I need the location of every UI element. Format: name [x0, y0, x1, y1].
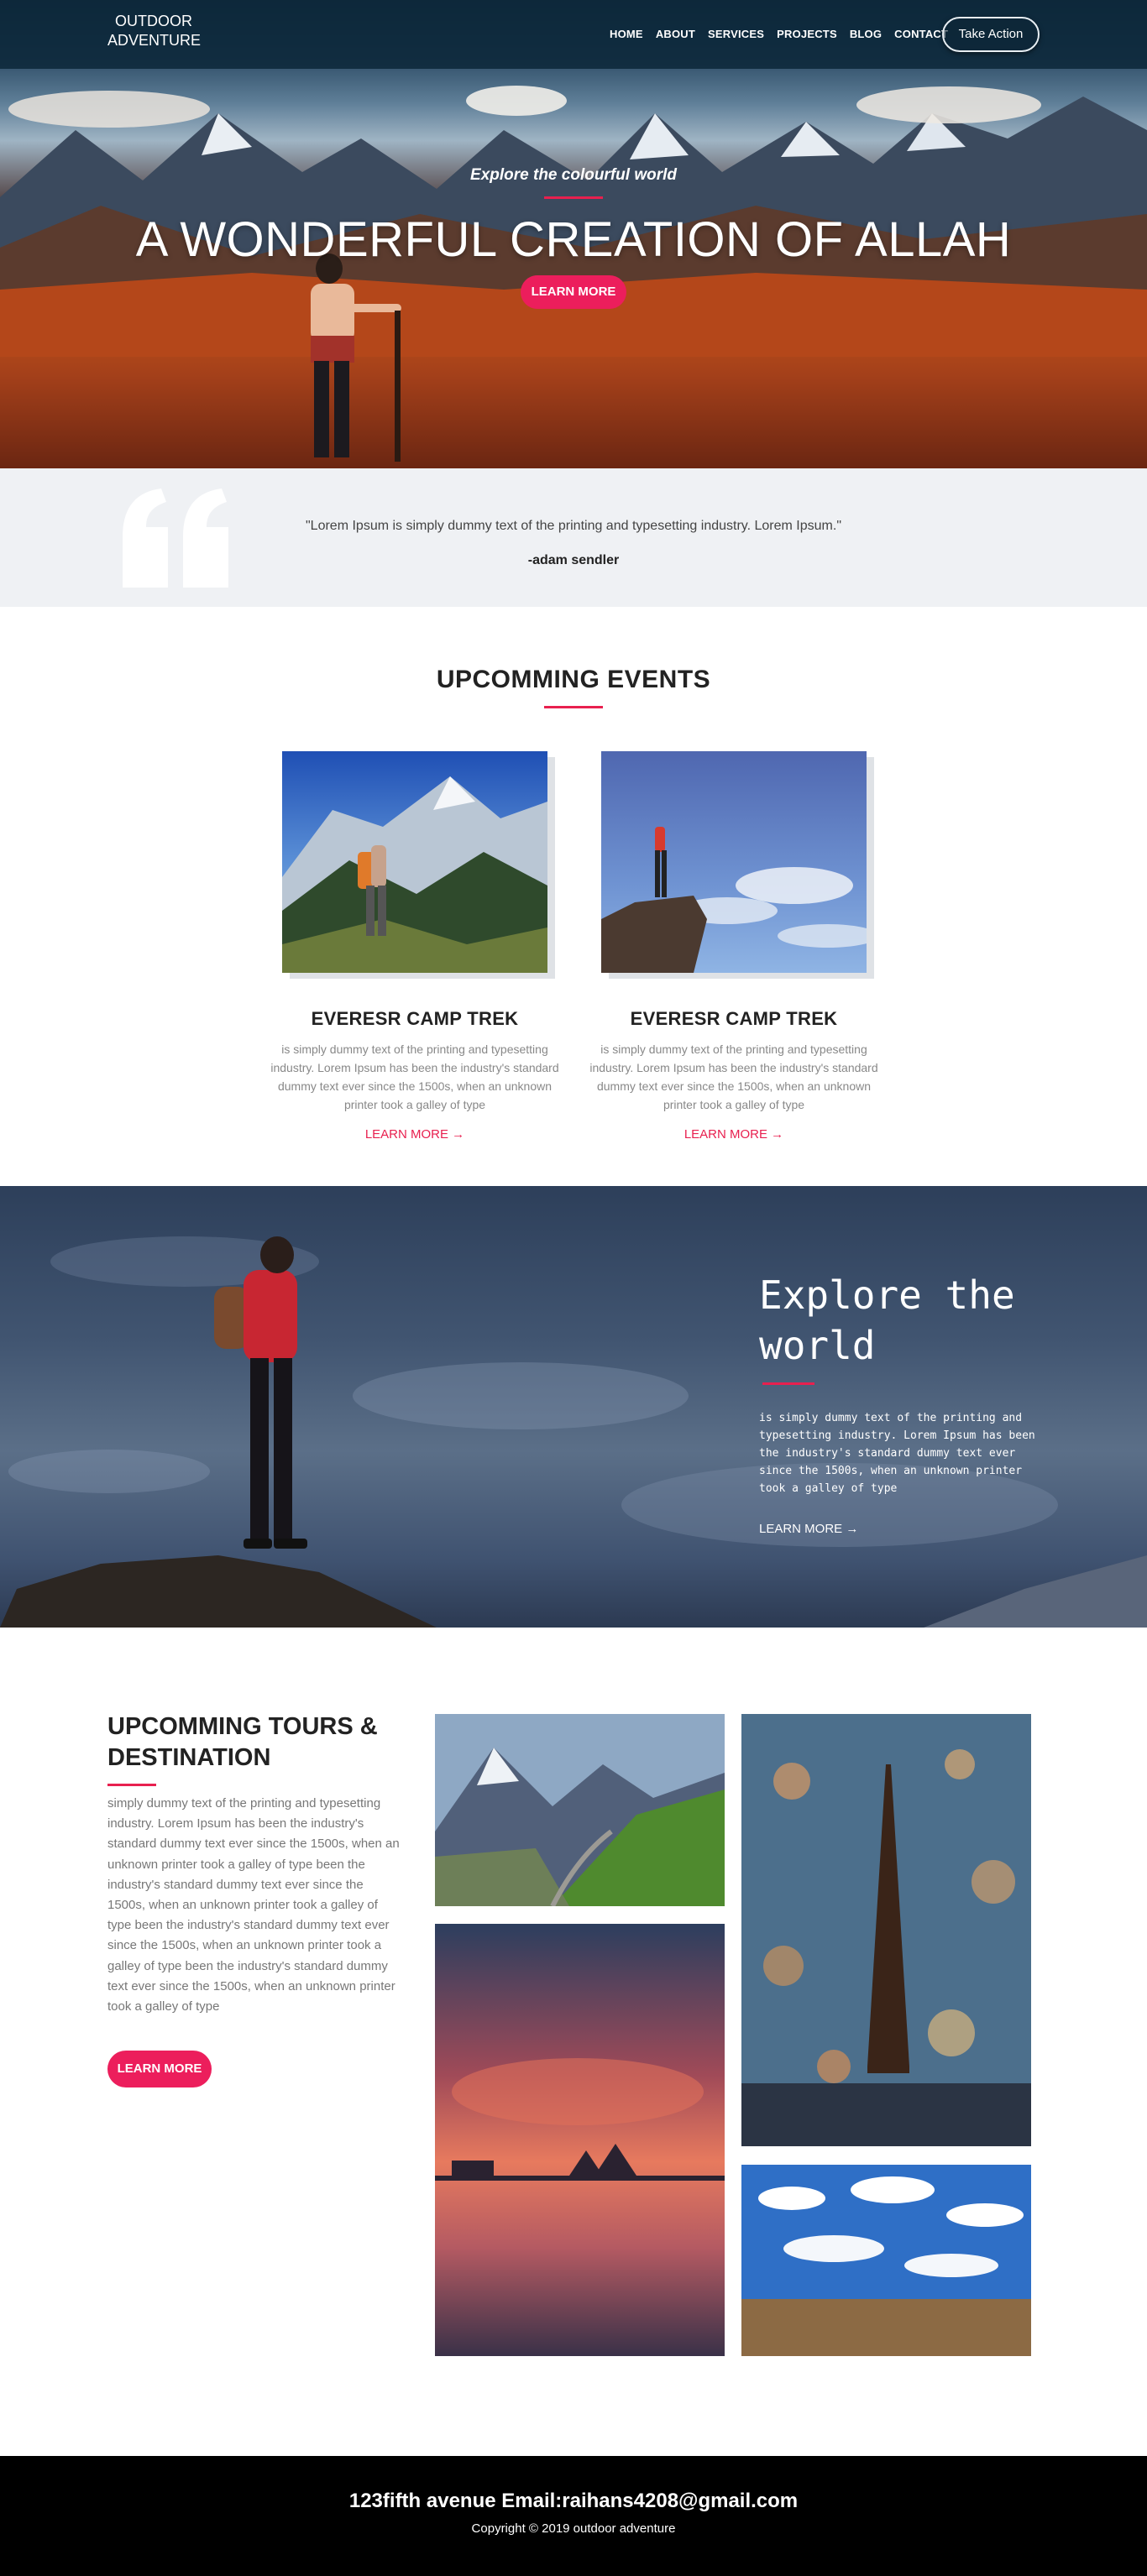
event-card: EVERESR CAMP TREK is simply dummy text o… — [268, 751, 562, 1142]
hero-learn-more-button[interactable]: LEARN MORE — [521, 275, 626, 309]
event-image-cliff-hiker[interactable] — [601, 751, 867, 973]
nav-blog[interactable]: BLOG — [850, 28, 882, 40]
quote-icon — [123, 489, 228, 588]
quote-text: "Lorem Ipsum is simply dummy text of the… — [306, 519, 841, 533]
hero-section: OUTDOOR ADVENTURE HOME ABOUT SERVICES PR… — [0, 0, 1147, 468]
testimonial-section: "Lorem Ipsum is simply dummy text of the… — [0, 468, 1147, 607]
events-title: UPCOMMING EVENTS — [436, 666, 711, 693]
event-description: is simply dummy text of the printing and… — [589, 1042, 878, 1111]
event-learn-more-link[interactable]: LEARN MORE → — [268, 1127, 562, 1142]
footer-copyright: Copyright © 2019 outdoor adventure — [471, 2521, 676, 2536]
nav-services[interactable]: SERVICES — [708, 28, 764, 40]
tour-image-sydney-sunset[interactable] — [435, 1924, 725, 2356]
event-title: EVERESR CAMP TREK — [311, 1008, 519, 1029]
tours-text: simply dummy text of the printing and ty… — [107, 1796, 400, 2014]
tour-image-sky-field[interactable] — [741, 2165, 1031, 2356]
events-section: UPCOMMING EVENTS EVERESR CAMP TREK is si… — [0, 607, 1147, 1186]
events-divider — [544, 706, 603, 708]
nav-projects[interactable]: PROJECTS — [777, 28, 837, 40]
explore-learn-more-link[interactable]: LEARN MORE → — [759, 1522, 858, 1536]
main-menu: HOME ABOUT SERVICES PROJECTS BLOG CONTAC… — [610, 28, 961, 40]
tour-image-alpine-road[interactable] — [435, 1714, 725, 1906]
explore-title: Explore the world — [759, 1272, 1015, 1368]
footer: 123fifth avenue Email:raihans4208@gmail.… — [0, 2456, 1147, 2576]
tours-section: UPCOMMING TOURS & DESTINATION simply dum… — [0, 1628, 1147, 2456]
explore-section: Explore the world is simply dummy text o… — [0, 1186, 1147, 1628]
tours-divider — [107, 1784, 156, 1786]
hero-subtitle: Explore the colourful world — [470, 166, 677, 184]
event-card: EVERESR CAMP TREK is simply dummy text o… — [587, 751, 881, 1142]
tours-learn-more-button[interactable]: LEARN MORE — [107, 2051, 212, 2087]
site-logo[interactable]: OUTDOOR ADVENTURE — [107, 12, 202, 50]
tour-image-eiffel-tower[interactable] — [741, 1714, 1031, 2146]
hero-divider — [544, 196, 603, 199]
footer-contact: 123fifth avenue Email:raihans4208@gmail.… — [348, 2490, 799, 2512]
event-title: EVERESR CAMP TREK — [630, 1008, 838, 1029]
quote-author: -adam sendler — [527, 553, 620, 567]
explore-background-image — [0, 1236, 1147, 1628]
event-image-mountain-hiker[interactable] — [282, 751, 547, 973]
logo-line-1: OUTDOOR — [115, 13, 192, 29]
event-learn-more-link[interactable]: LEARN MORE → — [587, 1127, 881, 1142]
take-action-button[interactable]: Take Action — [942, 17, 1040, 52]
hiker-figure — [311, 253, 401, 462]
logo-line-2: ADVENTURE — [107, 32, 202, 49]
event-description: is simply dummy text of the printing and… — [270, 1042, 559, 1111]
nav-contact[interactable]: CONTACT — [894, 28, 948, 40]
nav-about[interactable]: ABOUT — [656, 28, 695, 40]
tours-title: UPCOMMING TOURS & DESTINATION — [107, 1713, 378, 1771]
nav-home[interactable]: HOME — [610, 28, 643, 40]
hero-title: A WONDERFUL CREATION OF ALLAH — [135, 212, 1012, 267]
hero-clouds — [8, 86, 1041, 128]
explore-text: is simply dummy text of the printing and… — [759, 1412, 1035, 1495]
explore-divider — [762, 1382, 814, 1385]
top-navbar: OUTDOOR ADVENTURE HOME ABOUT SERVICES PR… — [0, 0, 1147, 69]
